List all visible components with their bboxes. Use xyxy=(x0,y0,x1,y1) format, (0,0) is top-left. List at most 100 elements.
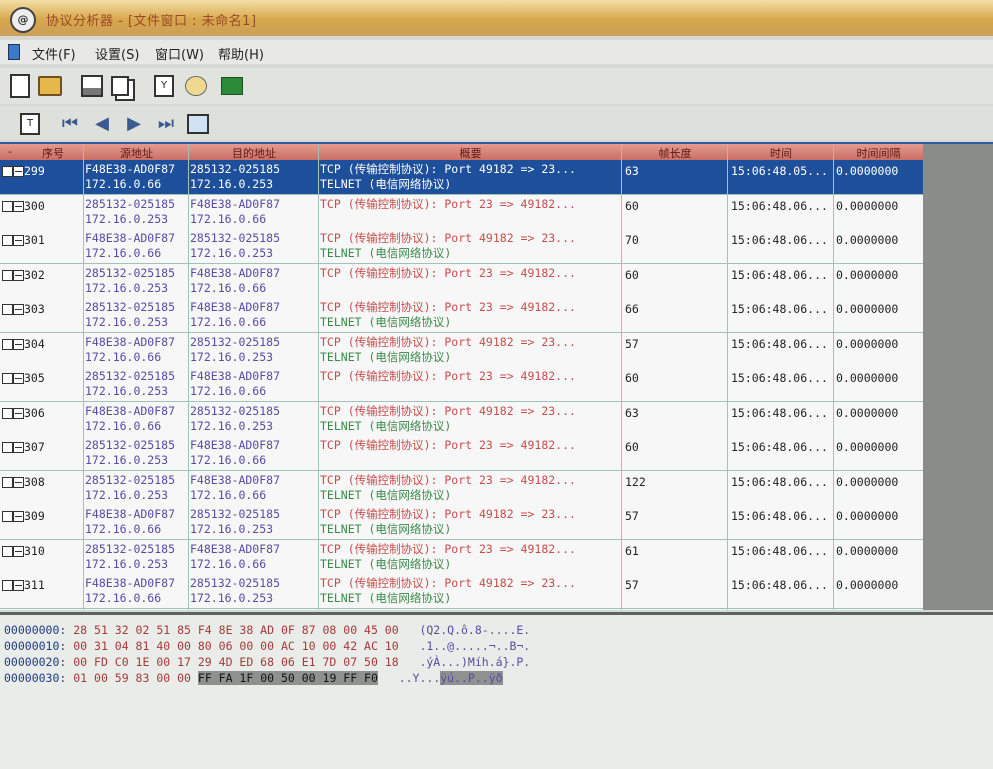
dst-ip: 172.16.0.66 xyxy=(190,384,267,398)
header-interval[interactable]: 时间间隔 xyxy=(834,145,923,161)
table-row[interactable]: 311 F48E38-AD0F87 172.16.0.66 285132-025185… xyxy=(0,574,923,609)
row-checkbox[interactable] xyxy=(2,580,13,591)
packet-list-table[interactable]: - 序号 源地址 目的地址 概要 帧长度 时间 时间间隔 299 F48E38-A… xyxy=(0,144,923,610)
src-ip: 172.16.0.253 xyxy=(85,315,169,329)
table-row[interactable]: 309 F48E38-AD0F87 172.16.0.66 285132-025185… xyxy=(0,505,923,540)
folder-icon xyxy=(38,76,62,96)
next-frame-button[interactable]: ▶ xyxy=(122,112,146,136)
header-summary[interactable]: 概要 xyxy=(319,145,622,161)
table-row[interactable]: 308 285132-025185 172.16.0.253 F48E38-AD0F8… xyxy=(0,470,923,506)
summary-telnet: TELNET (电信网络协议) xyxy=(320,246,452,260)
row-checkbox[interactable] xyxy=(2,166,13,177)
row-expand-toggle[interactable] xyxy=(13,407,24,419)
table-row[interactable]: 307 285132-025185 172.16.0.253 F48E38-AD0F8… xyxy=(0,436,923,471)
dst-mac: 285132-025185 xyxy=(190,507,281,521)
row-checkbox[interactable] xyxy=(2,476,13,488)
row-checkbox[interactable] xyxy=(2,338,13,350)
row-expand-toggle[interactable] xyxy=(13,511,24,522)
save-button[interactable] xyxy=(80,74,104,98)
table-row[interactable]: 302 285132-025185 172.16.0.253 F48E38-AD0F8… xyxy=(0,263,923,299)
header-length[interactable]: 帧长度 xyxy=(622,145,728,161)
cell-src: F48E38-AD0F87 172.16.0.66 xyxy=(85,231,175,261)
summary-tcp: TCP (传输控制协议): Port 23 => 49182... xyxy=(320,369,576,383)
cell-seq: 303 xyxy=(24,302,45,316)
menu-help[interactable]: 帮助(H) xyxy=(218,44,264,63)
row-checkbox[interactable] xyxy=(2,373,13,384)
row-checkbox[interactable] xyxy=(2,200,13,212)
cell-src: 285132-025185 172.16.0.253 xyxy=(85,266,175,296)
cell-time: 15:06:48.06... xyxy=(731,198,828,213)
row-checkbox[interactable] xyxy=(2,269,13,281)
menu-window[interactable]: 窗口(W) xyxy=(155,44,204,63)
menu-settings[interactable]: 设置(S) xyxy=(95,44,139,63)
cell-dst: 285132-025185 172.16.0.253 xyxy=(190,231,280,261)
table-row[interactable]: 310 285132-025185 172.16.0.253 F48E38-AD0F8… xyxy=(0,539,923,575)
src-ip: 172.16.0.66 xyxy=(85,177,162,191)
row-expand-toggle[interactable] xyxy=(13,338,24,350)
open-button[interactable] xyxy=(38,74,62,98)
cell-length: 57 xyxy=(625,336,639,351)
table-row[interactable]: 300 285132-025185 172.16.0.253 F48E38-AD0F8… xyxy=(0,194,923,230)
table-row[interactable]: 299 F48E38-AD0F87 172.16.0.66 285132-025185… xyxy=(0,160,923,195)
row-expand-toggle[interactable] xyxy=(13,269,24,281)
table-row[interactable]: 305 285132-025185 172.16.0.253 F48E38-AD0F8… xyxy=(0,367,923,402)
cell-dst: F48E38-AD0F87 172.16.0.66 xyxy=(190,438,280,468)
header-src[interactable]: 源地址 xyxy=(84,145,189,161)
menu-file[interactable]: 文件(F) xyxy=(32,44,76,63)
row-checkbox[interactable] xyxy=(2,407,13,419)
src-mac: 285132-025185 xyxy=(85,300,176,314)
chart-button[interactable] xyxy=(220,74,244,98)
table-row[interactable]: 306 F48E38-AD0F87 172.16.0.66 285132-025185… xyxy=(0,401,923,437)
dst-mac: F48E38-AD0F87 xyxy=(190,265,281,280)
row-expand-toggle[interactable] xyxy=(13,235,24,246)
row-checkbox[interactable] xyxy=(2,304,13,315)
table-empty-area xyxy=(923,144,993,610)
row-checkbox[interactable] xyxy=(2,511,13,522)
palette-button[interactable] xyxy=(184,74,208,98)
filter-button[interactable]: Y xyxy=(152,74,176,98)
cell-time: 15:06:48.06... xyxy=(731,302,828,316)
cell-interval: 0.0000000 xyxy=(836,578,899,592)
title-bar: @ 协议分析器 - [文件窗口 : 未命名1] xyxy=(0,0,993,36)
prev-frame-button[interactable]: ◀ xyxy=(90,112,114,136)
table-row[interactable]: 303 285132-025185 172.16.0.253 F48E38-AD0F8… xyxy=(0,298,923,333)
app-icon[interactable]: @ xyxy=(10,7,36,33)
row-expand-toggle[interactable] xyxy=(13,580,24,591)
summary-telnet: TELNET (电信网络协议) xyxy=(320,315,452,329)
row-checkbox[interactable] xyxy=(2,545,13,557)
row-expand-toggle[interactable] xyxy=(13,476,24,488)
cell-interval: 0.0000000 xyxy=(836,405,899,420)
row-expand-toggle[interactable] xyxy=(13,304,24,315)
last-frame-button[interactable]: ⏭ xyxy=(154,112,178,136)
new-file-button[interactable] xyxy=(8,74,32,98)
row-expand-toggle[interactable] xyxy=(13,200,24,212)
summary-tcp: TCP (传输控制协议): Port 49182 => 23... xyxy=(320,231,576,245)
cell-length: 63 xyxy=(625,164,639,178)
header-dst[interactable]: 目的地址 xyxy=(189,145,319,161)
header-seq[interactable]: 序号 xyxy=(22,145,84,161)
copy-button[interactable] xyxy=(108,74,132,98)
dst-mac: 285132-025185 xyxy=(190,231,281,245)
header-time[interactable]: 时间 xyxy=(728,145,834,161)
table-row[interactable]: 304 F48E38-AD0F87 172.16.0.66 285132-025185… xyxy=(0,332,923,368)
apply-filter-button[interactable]: T xyxy=(18,112,42,136)
hex-offset: 00000020: xyxy=(4,655,67,669)
cell-summary: TCP (传输控制协议): Port 49182 => 23... TELNET … xyxy=(320,404,576,434)
row-checkbox[interactable] xyxy=(2,235,13,246)
cell-length: 57 xyxy=(625,509,639,523)
row-checkbox[interactable] xyxy=(2,442,13,453)
dst-mac: 285132-025185 xyxy=(190,403,281,418)
hex-line: 00000000: 28 51 32 02 51 85 F4 8E 38 AD … xyxy=(4,623,530,637)
dst-ip: 172.16.0.66 xyxy=(190,280,267,295)
image-button[interactable] xyxy=(186,112,210,136)
row-expand-toggle[interactable] xyxy=(13,373,24,384)
first-frame-button[interactable]: ⏮ xyxy=(58,112,82,136)
summary-tcp: TCP (传输控制协议): Port 23 => 49182... xyxy=(320,541,576,556)
next-icon: ▶ xyxy=(127,113,141,134)
row-expand-toggle[interactable] xyxy=(13,166,24,177)
hex-view-pane[interactable]: 00000000: 28 51 32 02 51 85 F4 8E 38 AD … xyxy=(0,615,993,769)
new-file-icon xyxy=(10,74,30,98)
table-row[interactable]: 301 F48E38-AD0F87 172.16.0.66 285132-025185… xyxy=(0,229,923,264)
row-expand-toggle[interactable] xyxy=(13,442,24,453)
row-expand-toggle[interactable] xyxy=(13,545,24,557)
